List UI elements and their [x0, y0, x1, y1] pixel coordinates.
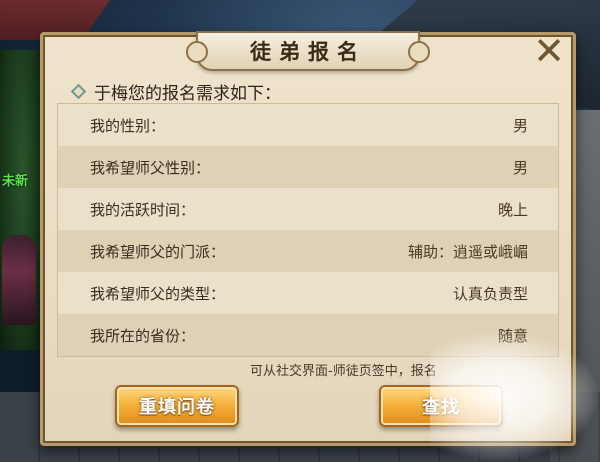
search-button[interactable]: 查找	[379, 385, 503, 427]
npc-name-text: 未新	[2, 174, 29, 189]
row-value: 男	[512, 158, 528, 177]
apprentice-signup-dialog: 徒弟报名 于梅您的报名需求如下： 我的性别： 男 我希望师父性别： 男 我的活跃…	[40, 31, 576, 446]
row-label: 我希望师父性别：	[90, 158, 211, 177]
table-row: 我希望师父的门派： 辅助：逍遥或峨嵋	[58, 230, 558, 272]
close-icon[interactable]: ✕	[533, 32, 565, 70]
signup-header: 于梅您的报名需求如下：	[70, 79, 281, 104]
dialog-title: 徒弟报名	[250, 39, 366, 64]
row-value: 辅助：逍遥或峨嵋	[407, 242, 528, 261]
row-value: 随意	[497, 326, 528, 345]
row-value: 男	[512, 116, 528, 135]
diamond-bullet-icon	[70, 83, 87, 100]
row-label: 我希望师父的类型：	[90, 284, 226, 303]
table-row: 我的活跃时间： 晚上	[58, 188, 558, 230]
row-label: 我所在的省份：	[90, 326, 196, 345]
row-label: 我希望师父的门派：	[90, 242, 226, 261]
game-scene: 未新 徒弟报名 于梅您的报名需求如下： 我的性别： 男 我希望师父性别： 男 我…	[0, 0, 600, 462]
signup-footnote: 可从社交界面-师徒页签中，报名	[250, 364, 437, 379]
table-row: 我的性别： 男	[58, 104, 558, 146]
table-row: 我所在的省份： 随意	[58, 314, 558, 356]
signup-requirements-table: 我的性别： 男 我希望师父性别： 男 我的活跃时间： 晚上 我希望师父的门派： …	[57, 103, 559, 357]
row-value: 认真负责型	[452, 284, 528, 303]
row-value: 晚上	[497, 200, 528, 219]
table-row: 我希望师父性别： 男	[58, 146, 558, 188]
row-label: 我的活跃时间：	[90, 200, 196, 219]
refill-questionnaire-button[interactable]: 重填问卷	[115, 385, 239, 427]
signup-header-text: 于梅您的报名需求如下：	[94, 84, 281, 104]
row-label: 我的性别：	[90, 116, 166, 135]
table-row: 我希望师父的类型： 认真负责型	[58, 272, 558, 314]
npc-character[interactable]	[2, 235, 36, 325]
dialog-title-plate: 徒弟报名	[186, 31, 430, 71]
